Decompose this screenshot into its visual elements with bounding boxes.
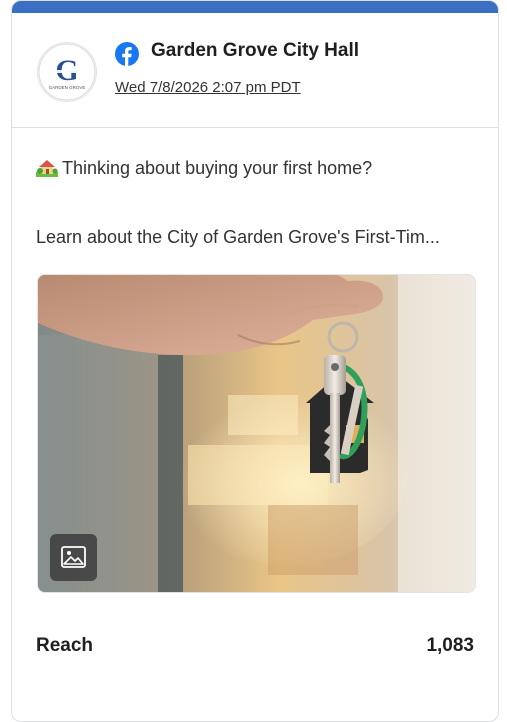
facebook-icon [115,42,139,66]
post-text-line2: Learn about the City of Garden Grove's F… [36,227,440,247]
media-type-badge [50,534,97,581]
account-logo[interactable]: G GARDEN GROVE [37,42,97,102]
account-name[interactable]: Garden Grove City Hall [151,40,359,62]
post-date-link[interactable]: Wed 7/8/2026 2:07 pm PDT [115,79,301,96]
post-card: G GARDEN GROVE Garden Grove City Hall We… [11,0,499,722]
reach-value: 1,083 [426,635,474,656]
card-accent-bar [12,1,498,13]
post-text-line1: Thinking about buying your first home? [36,157,372,179]
post-header: G GARDEN GROVE Garden Grove City Hall We… [12,13,498,128]
svg-text:GARDEN GROVE: GARDEN GROVE [49,85,86,90]
image-icon [61,546,86,568]
house-emoji-icon [36,160,58,177]
post-text-line1-content: Thinking about buying your first home? [62,158,373,178]
reach-label: Reach [36,635,94,656]
post-media-image[interactable] [37,274,476,593]
